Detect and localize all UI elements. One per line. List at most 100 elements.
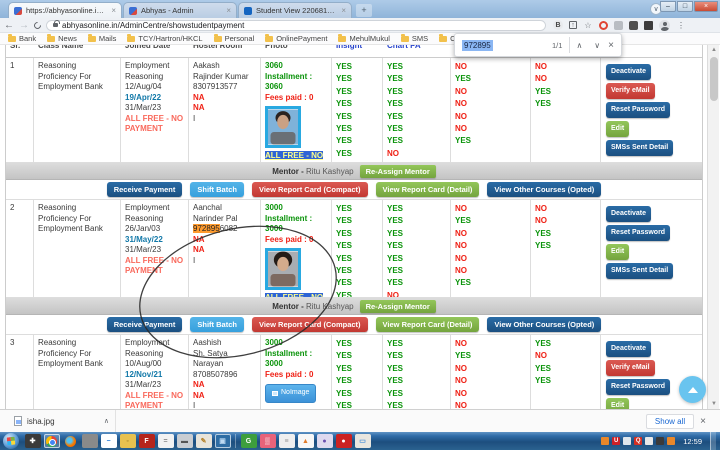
document-icon[interactable]: =	[158, 434, 174, 448]
receive-payment-button[interactable]: Receive Payment	[107, 317, 183, 332]
firefox-icon[interactable]	[63, 434, 79, 448]
view-other-courses-opted--button[interactable]: View Other Courses (Opted)	[487, 317, 601, 332]
download-bar-close-icon[interactable]: ×	[694, 416, 712, 427]
shift-batch-button[interactable]: Shift Batch	[190, 182, 244, 197]
bookmark-item[interactable]: TCY/Hartron/HKCL	[127, 34, 202, 43]
deactivate-button[interactable]: Deactivate	[606, 64, 651, 80]
extensions-puzzle-icon[interactable]	[629, 21, 638, 30]
battery-tray-icon[interactable]	[667, 437, 675, 445]
find-next-icon[interactable]: ∨	[588, 41, 606, 50]
new-tab-button[interactable]: +	[356, 4, 372, 17]
person-tray-icon[interactable]	[601, 437, 609, 445]
chrome-icon[interactable]	[44, 434, 60, 448]
find-previous-icon[interactable]: ∧	[570, 41, 588, 50]
photo-app-icon[interactable]: ▭	[355, 434, 371, 448]
view-report-card-detail--button[interactable]: View Report Card (Detail)	[376, 317, 480, 332]
foxit-icon[interactable]: F	[139, 434, 155, 448]
browser-tab[interactable]: https://abhyasonline.in/AdminC ×	[8, 2, 122, 18]
edit-button[interactable]: Edit	[606, 244, 629, 260]
bookmark-item[interactable]: OnlinePayment	[265, 34, 327, 43]
reset-password-button[interactable]: Reset Password	[606, 225, 670, 241]
selected-payment-link[interactable]: ALL FREE - NO PAYMENT	[265, 151, 323, 163]
show-desktop-button[interactable]	[710, 432, 716, 450]
find-input[interactable]: 972895	[462, 40, 493, 51]
tab-close-icon[interactable]: ×	[111, 6, 116, 15]
shift-batch-button[interactable]: Shift Batch	[190, 317, 244, 332]
scroll-to-top-button[interactable]	[679, 376, 706, 403]
extension-dark-icon[interactable]	[644, 21, 653, 30]
edit-button[interactable]: Edit	[606, 398, 629, 409]
photo-grid-icon[interactable]: ▒	[260, 434, 276, 448]
green-app-icon[interactable]: G	[241, 434, 257, 448]
bookmark-item[interactable]: MehulMukul	[338, 34, 389, 43]
scroll-up-icon[interactable]: ▲	[708, 45, 720, 55]
camera-app-icon[interactable]: ●	[336, 434, 352, 448]
deactivate-button[interactable]: Deactivate	[606, 206, 651, 222]
bookmark-star-icon[interactable]: ☆	[583, 20, 593, 30]
notepad-icon[interactable]: ≡	[279, 434, 295, 448]
bookmark-item[interactable]: Mails	[88, 34, 117, 43]
start-button[interactable]	[3, 433, 19, 449]
extension-red-icon[interactable]	[599, 21, 608, 30]
reassign-mentor-button[interactable]: Re-Assign Mentor	[360, 300, 436, 313]
view-other-courses-opted--button[interactable]: View Other Courses (Opted)	[487, 182, 601, 197]
receive-payment-button[interactable]: Receive Payment	[107, 182, 183, 197]
smss-sent-detail-button[interactable]: SMSs Sent Detail	[606, 140, 673, 156]
find-close-icon[interactable]: ×	[606, 40, 614, 51]
reset-password-button[interactable]: Reset Password	[606, 102, 670, 118]
verify-email-button[interactable]: Verify eMail	[606, 360, 655, 376]
scroll-down-icon[interactable]: ▼	[708, 399, 720, 409]
profile-avatar[interactable]	[659, 20, 670, 31]
edit-button[interactable]: Edit	[606, 121, 629, 137]
app-gray-icon[interactable]	[82, 434, 98, 448]
verify-email-button[interactable]: Verify eMail	[606, 83, 655, 99]
view-report-card-detail--button[interactable]: View Report Card (Detail)	[376, 182, 480, 197]
explorer-icon[interactable]: ◦	[120, 434, 136, 448]
deactivate-button[interactable]: Deactivate	[606, 341, 651, 357]
bookmark-item[interactable]: Personal	[214, 34, 255, 43]
male-student-photo[interactable]	[265, 106, 301, 148]
browser-tab[interactable]: Abhyas - Admin ×	[123, 2, 237, 18]
reset-password-button[interactable]: Reset Password	[606, 379, 670, 395]
move-tool-icon[interactable]: ✚	[25, 434, 41, 448]
extension-b-icon[interactable]: B	[553, 20, 563, 30]
selected-payment-link[interactable]: ALL FREE - NO PAYMENT	[265, 293, 323, 298]
teamviewer-icon[interactable]: −	[101, 434, 117, 448]
printer-icon[interactable]: ▬	[177, 434, 193, 448]
reassign-mentor-button[interactable]: Re-Assign Mentor	[360, 165, 436, 178]
antivirus-u-icon[interactable]: U	[612, 437, 620, 445]
bookmark-item[interactable]: Bank	[8, 34, 36, 43]
paint-icon[interactable]: ✎	[196, 434, 212, 448]
smss-sent-detail-button[interactable]: SMSs Sent Detail	[606, 263, 673, 279]
volume-icon[interactable]	[645, 437, 653, 445]
display-tray-icon[interactable]	[656, 437, 664, 445]
image-viewer-icon[interactable]: ▣	[215, 434, 231, 448]
address-bar[interactable]: abhyasonline.in/AdminCentre/showstudentp…	[46, 20, 546, 31]
tab-close-icon[interactable]: ×	[226, 6, 231, 15]
female-student-photo[interactable]	[265, 248, 301, 290]
quickheal-icon[interactable]: Q	[634, 437, 642, 445]
download-item[interactable]: isha.jpg ∧	[8, 410, 116, 432]
minimize-button[interactable]: –	[660, 1, 676, 12]
share-icon[interactable]: ↑	[569, 21, 577, 29]
show-all-downloads-button[interactable]: Show all	[646, 414, 694, 429]
browser-tab[interactable]: Student View 220681461 ×	[238, 2, 352, 18]
page-scrollbar[interactable]: ▲ ▼	[707, 45, 719, 409]
download-chevron-icon[interactable]: ∧	[104, 417, 109, 425]
menu-kebab-icon[interactable]: ⋮	[676, 20, 686, 30]
reload-icon[interactable]	[33, 20, 43, 30]
extension-gray-icon[interactable]	[614, 21, 623, 30]
purple-app-icon[interactable]: ●	[317, 434, 333, 448]
close-button[interactable]: ×	[694, 1, 718, 12]
tab-close-icon[interactable]: ×	[341, 6, 346, 15]
scrollbar-thumb[interactable]	[710, 57, 718, 101]
sync-tray-icon[interactable]	[623, 437, 631, 445]
bookmark-item[interactable]: SMS	[401, 34, 428, 43]
maximize-button[interactable]: □	[677, 1, 693, 12]
bookmark-item[interactable]: News	[47, 34, 77, 43]
forward-icon[interactable]: →	[19, 19, 29, 32]
view-report-card-compact--button[interactable]: View Report Card (Compact)	[252, 317, 368, 332]
find-bar[interactable]: 972895 1/1 ∧ ∨ ×	[454, 33, 622, 57]
back-icon[interactable]: ←	[4, 19, 14, 32]
view-report-card-compact--button[interactable]: View Report Card (Compact)	[252, 182, 368, 197]
